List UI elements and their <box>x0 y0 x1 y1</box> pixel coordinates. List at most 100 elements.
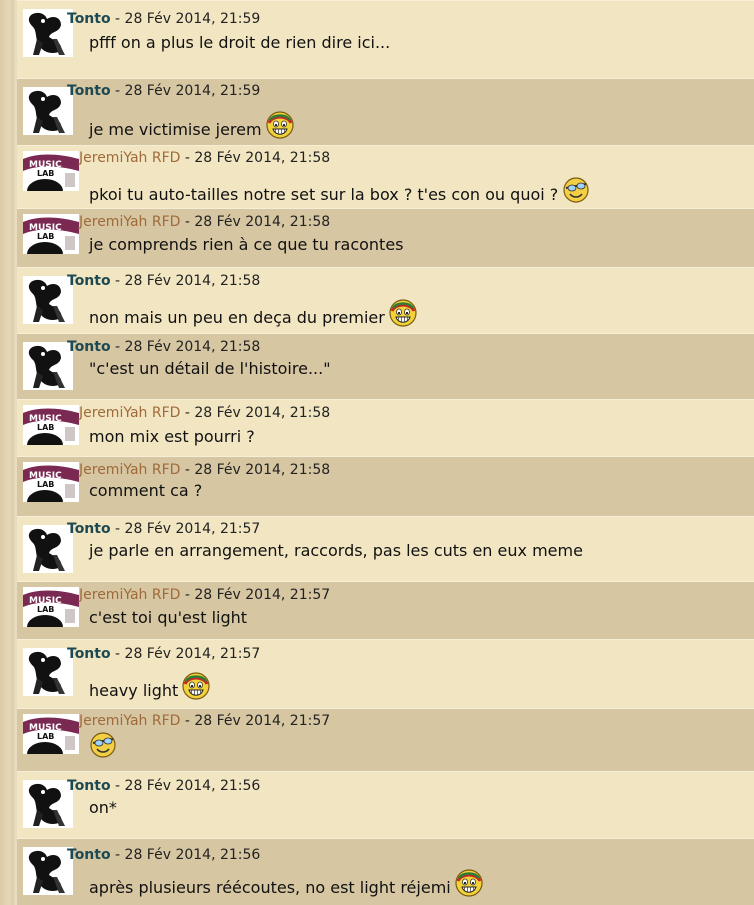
meta-separator: - <box>110 11 125 27</box>
message-body: je comprends rien à ce que tu racontes <box>89 235 404 254</box>
page-left-border <box>0 0 14 905</box>
message-row: Tonto - 28 Fév 2014, 21:56 on* <box>17 771 754 838</box>
meta-separator: - <box>110 847 125 863</box>
message-meta: JeremiYah RFD - 28 Fév 2014, 21:58 <box>79 150 330 166</box>
message-body: heavy light <box>89 671 211 701</box>
message-meta: Tonto - 28 Fév 2014, 21:56 <box>67 847 260 863</box>
message-row: Tonto - 28 Fév 2014, 21:59 pfff on a plus… <box>17 0 754 78</box>
meta-separator: - <box>110 778 125 794</box>
username-link[interactable]: JeremiYah RFD <box>79 214 180 230</box>
meta-separator: - <box>180 405 195 421</box>
username-link[interactable]: Tonto <box>67 83 111 99</box>
message-text: je comprends rien à ce que tu racontes <box>89 235 404 254</box>
message-text: je parle en arrangement, raccords, pas l… <box>89 541 583 560</box>
username-link[interactable]: JeremiYah RFD <box>79 150 180 166</box>
message-meta: JeremiYah RFD - 28 Fév 2014, 21:58 <box>79 214 330 230</box>
message-meta: JeremiYah RFD - 28 Fév 2014, 21:58 <box>79 405 330 421</box>
music-lab-avatar[interactable] <box>23 587 79 627</box>
message-row: JeremiYah RFD - 28 Fév 2014, 21:58 mon mi… <box>17 399 754 456</box>
message-timestamp: 28 Fév 2014, 21:57 <box>194 713 331 729</box>
username-link[interactable]: JeremiYah RFD <box>79 713 180 729</box>
tonto-avatar[interactable] <box>23 276 73 324</box>
grin-smiley-icon <box>388 298 418 328</box>
message-row: Tonto - 28 Fév 2014, 21:59 je me victimis… <box>17 78 754 145</box>
username-link[interactable]: Tonto <box>67 847 111 863</box>
username-link[interactable]: Tonto <box>67 521 111 537</box>
message-body: après plusieurs réécoutes, no est light … <box>89 868 484 898</box>
message-body: "c'est un détail de l'histoire..." <box>89 359 331 378</box>
message-timestamp: 28 Fév 2014, 21:59 <box>124 83 261 99</box>
message-body: on* <box>89 798 117 817</box>
tonto-avatar[interactable] <box>23 648 73 696</box>
username-link[interactable]: JeremiYah RFD <box>79 462 180 478</box>
tonto-avatar[interactable] <box>23 342 73 390</box>
message-timestamp: 28 Fév 2014, 21:57 <box>124 521 261 537</box>
username-link[interactable]: Tonto <box>67 339 111 355</box>
music-lab-avatar[interactable] <box>23 151 79 191</box>
meta-separator: - <box>110 273 125 289</box>
tonto-avatar[interactable] <box>23 9 73 57</box>
message-row: JeremiYah RFD - 28 Fév 2014, 21:58 je com… <box>17 208 754 267</box>
message-body: comment ca ? <box>89 481 202 500</box>
message-timestamp: 28 Fév 2014, 21:57 <box>194 587 331 603</box>
message-text: mon mix est pourri ? <box>89 427 255 446</box>
username-link[interactable]: Tonto <box>67 778 111 794</box>
message-meta: Tonto - 28 Fév 2014, 21:59 <box>67 11 260 27</box>
message-row: JeremiYah RFD - 28 Fév 2014, 21:57 c'est … <box>17 581 754 639</box>
username-link[interactable]: JeremiYah RFD <box>79 587 180 603</box>
meta-separator: - <box>180 462 195 478</box>
grin-smiley-icon <box>181 671 211 701</box>
grin-smiley-icon <box>265 110 295 140</box>
message-meta: Tonto - 28 Fév 2014, 21:57 <box>67 646 260 662</box>
message-text: non mais un peu en deça du premier <box>89 308 385 327</box>
message-row: JeremiYah RFD - 28 Fév 2014, 21:58 pkoi t… <box>17 145 754 208</box>
message-text: comment ca ? <box>89 481 203 500</box>
music-lab-avatar[interactable] <box>23 462 79 502</box>
username-link[interactable]: JeremiYah RFD <box>79 405 180 421</box>
message-row: JeremiYah RFD - 28 Fév 2014, 21:57 <box>17 708 754 771</box>
music-lab-avatar[interactable] <box>23 714 79 754</box>
message-text: "c'est un détail de l'histoire..." <box>89 359 331 378</box>
message-timestamp: 28 Fév 2014, 21:58 <box>194 214 331 230</box>
message-body: je me victimise jerem <box>89 110 295 140</box>
meta-separator: - <box>180 214 195 230</box>
message-body: non mais un peu en deça du premier <box>89 298 418 328</box>
message-timestamp: 28 Fév 2014, 21:59 <box>124 11 261 27</box>
message-timestamp: 28 Fév 2014, 21:58 <box>194 462 331 478</box>
wink-smiley-icon <box>562 176 590 204</box>
meta-separator: - <box>110 339 125 355</box>
message-row: Tonto - 28 Fév 2014, 21:57 heavy light <box>17 639 754 708</box>
tonto-avatar[interactable] <box>23 847 73 895</box>
message-meta: JeremiYah RFD - 28 Fév 2014, 21:57 <box>79 713 330 729</box>
message-body: c'est toi qu'est light <box>89 608 247 627</box>
message-meta: Tonto - 28 Fév 2014, 21:57 <box>67 521 260 537</box>
username-link[interactable]: Tonto <box>67 11 111 27</box>
message-timestamp: 28 Fév 2014, 21:58 <box>194 405 331 421</box>
tonto-avatar[interactable] <box>23 780 73 828</box>
message-meta: Tonto - 28 Fév 2014, 21:58 <box>67 339 260 355</box>
music-lab-avatar[interactable] <box>23 405 79 445</box>
message-text: après plusieurs réécoutes, no est light … <box>89 878 451 897</box>
message-text: heavy light <box>89 681 179 700</box>
message-text: je me victimise jerem <box>89 120 262 139</box>
username-link[interactable]: Tonto <box>67 273 111 289</box>
wink-smiley-icon <box>89 731 117 759</box>
message-meta: JeremiYah RFD - 28 Fév 2014, 21:57 <box>79 587 330 603</box>
message-body: pfff on a plus le droit de rien dire ici… <box>89 33 390 52</box>
username-link[interactable]: Tonto <box>67 646 111 662</box>
meta-separator: - <box>110 646 125 662</box>
tonto-avatar[interactable] <box>23 525 73 573</box>
message-body: pkoi tu auto-tailles notre set sur la bo… <box>89 176 590 204</box>
message-row: JeremiYah RFD - 28 Fév 2014, 21:58 commen… <box>17 456 754 516</box>
message-text: pkoi tu auto-tailles notre set sur la bo… <box>89 185 559 204</box>
message-text: c'est toi qu'est light <box>89 608 248 627</box>
message-row: Tonto - 28 Fév 2014, 21:56 après plusieur… <box>17 838 754 905</box>
music-lab-avatar[interactable] <box>23 214 79 254</box>
message-row: Tonto - 28 Fév 2014, 21:57 je parle en ar… <box>17 516 754 581</box>
message-body: je parle en arrangement, raccords, pas l… <box>89 541 583 560</box>
message-timestamp: 28 Fév 2014, 21:56 <box>124 847 261 863</box>
message-text: on* <box>89 798 117 817</box>
meta-separator: - <box>180 587 195 603</box>
meta-separator: - <box>110 521 125 537</box>
tonto-avatar[interactable] <box>23 87 73 135</box>
